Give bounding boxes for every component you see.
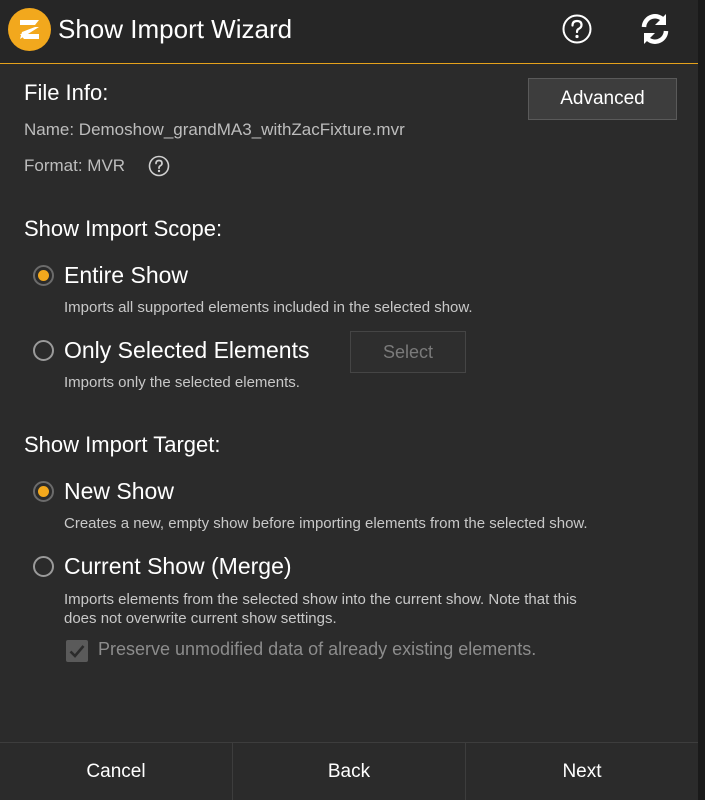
new-show-radio[interactable]	[33, 481, 54, 502]
new-show-label[interactable]: New Show	[64, 478, 174, 505]
back-button[interactable]: Back	[232, 743, 465, 800]
file-name-line: Name: Demoshow_grandMA3_withZacFixture.m…	[24, 120, 405, 139]
app-logo-icon	[8, 8, 51, 51]
title-bar: Show Import Wizard	[0, 0, 698, 64]
window-edge	[698, 0, 705, 800]
select-elements-button[interactable]: Select	[350, 331, 466, 373]
wizard-footer: Cancel Back Next	[0, 742, 698, 800]
current-show-merge-label[interactable]: Current Show (Merge)	[64, 553, 292, 580]
current-show-merge-radio[interactable]	[33, 556, 54, 577]
entire-show-radio[interactable]	[33, 265, 54, 286]
current-show-merge-description-line2: does not overwrite current show settings…	[64, 610, 337, 627]
file-format-line: Format: MVR	[24, 156, 126, 175]
checkmark-icon	[69, 645, 85, 658]
window-title: Show Import Wizard	[58, 14, 293, 44]
help-icon[interactable]	[560, 12, 594, 46]
advanced-button[interactable]: Advanced	[528, 78, 677, 120]
import-target-heading: Show Import Target:	[24, 432, 221, 457]
import-scope-heading: Show Import Scope:	[24, 216, 223, 241]
file-info-heading: File Info:	[24, 80, 109, 105]
new-show-description: Creates a new, empty show before importi…	[64, 515, 588, 532]
cancel-button[interactable]: Cancel	[0, 743, 232, 800]
only-selected-elements-radio[interactable]	[33, 340, 54, 361]
preserve-data-checkbox[interactable]	[66, 640, 88, 662]
format-help-icon[interactable]	[148, 155, 170, 177]
entire-show-label[interactable]: Entire Show	[64, 262, 188, 289]
import-wizard-window: Show Import Wizard File Info: Advanced N…	[0, 0, 698, 800]
current-show-merge-description-line1: Imports elements from the selected show …	[64, 591, 577, 608]
entire-show-description: Imports all supported elements included …	[64, 299, 473, 316]
refresh-icon[interactable]	[636, 10, 674, 48]
only-selected-elements-description: Imports only the selected elements.	[64, 374, 300, 391]
next-button[interactable]: Next	[465, 743, 698, 800]
preserve-data-label[interactable]: Preserve unmodified data of already exis…	[98, 639, 536, 660]
only-selected-elements-label[interactable]: Only Selected Elements	[64, 337, 309, 364]
